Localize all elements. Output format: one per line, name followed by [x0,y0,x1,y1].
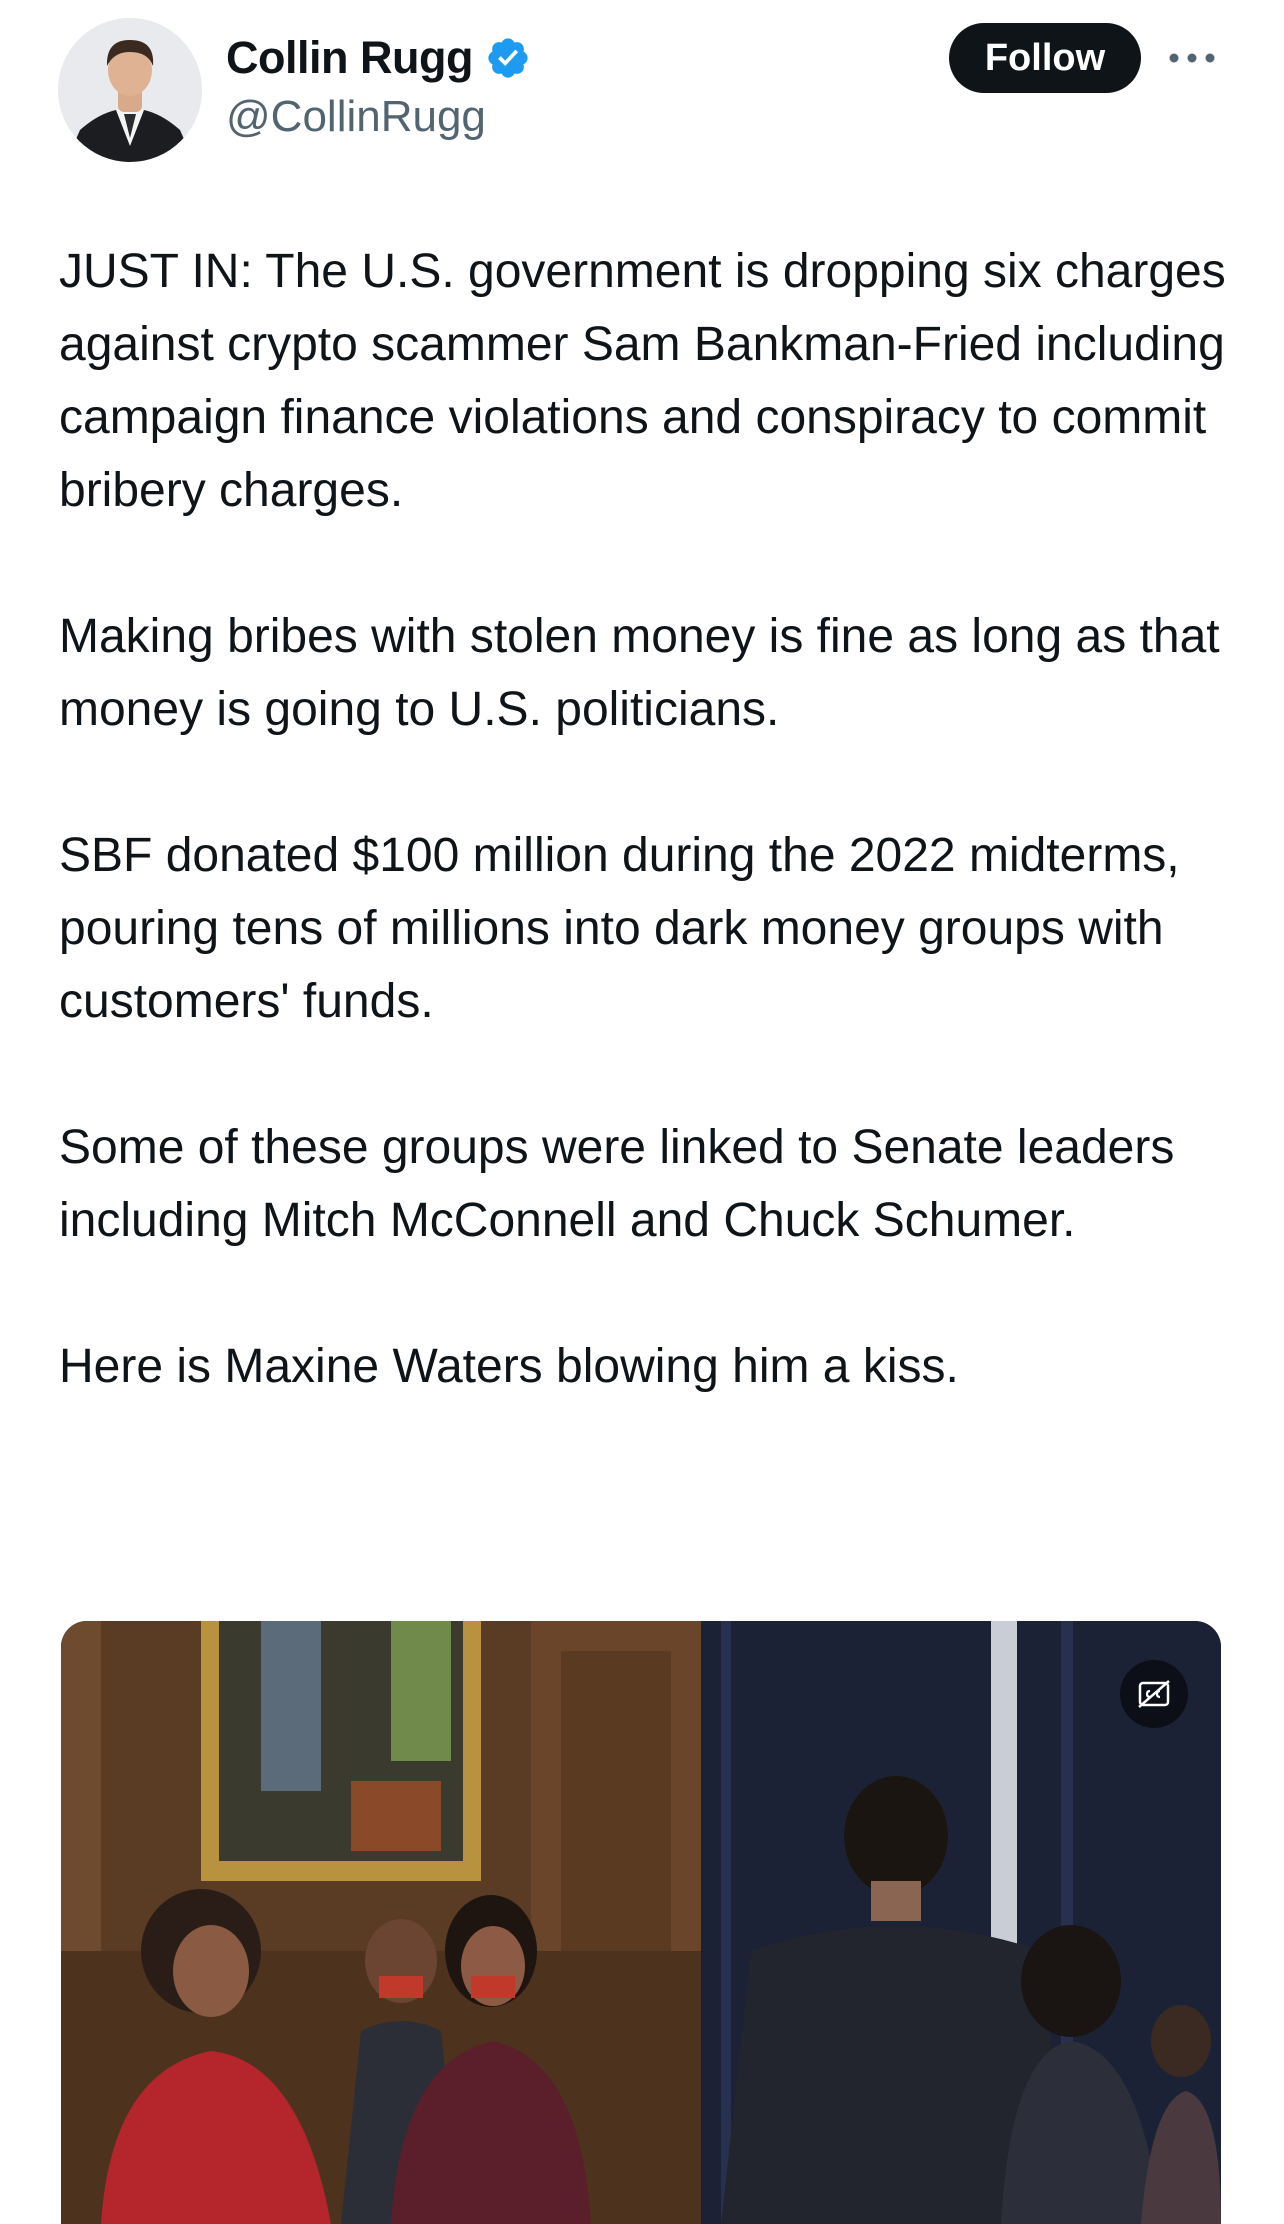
author-display-name[interactable]: Collin Rugg [226,32,473,84]
avatar-photo [58,18,202,162]
captions-toggle-button[interactable] [1120,1660,1188,1728]
verified-badge-icon [488,38,528,78]
tweet-paragraph: Making bribes with stolen money is fine … [59,610,1220,736]
captions-off-icon [1138,1680,1170,1708]
tweet-video[interactable] [61,1621,1221,2224]
tweet-text: JUST IN: The U.S. government is dropping… [59,235,1239,1403]
more-horizontal-icon [1169,53,1215,63]
tweet-paragraph: Here is Maxine Waters blowing him a kiss… [59,1340,959,1393]
follow-button[interactable]: Follow [949,23,1141,93]
author-name-row: Collin Rugg [226,26,531,90]
video-frame [61,1621,1221,2224]
author-handle[interactable]: @CollinRugg [226,92,486,142]
tweet-paragraph: Some of these groups were linked to Sena… [59,1121,1175,1247]
more-options-button[interactable] [1164,40,1220,76]
author-avatar[interactable] [58,18,202,162]
tweet-header: Collin Rugg @CollinRugg Follow [0,0,1284,200]
tweet-paragraph: SBF donated $100 million during the 2022… [59,829,1180,1028]
tweet-paragraph: JUST IN: The U.S. government is dropping… [59,245,1226,517]
